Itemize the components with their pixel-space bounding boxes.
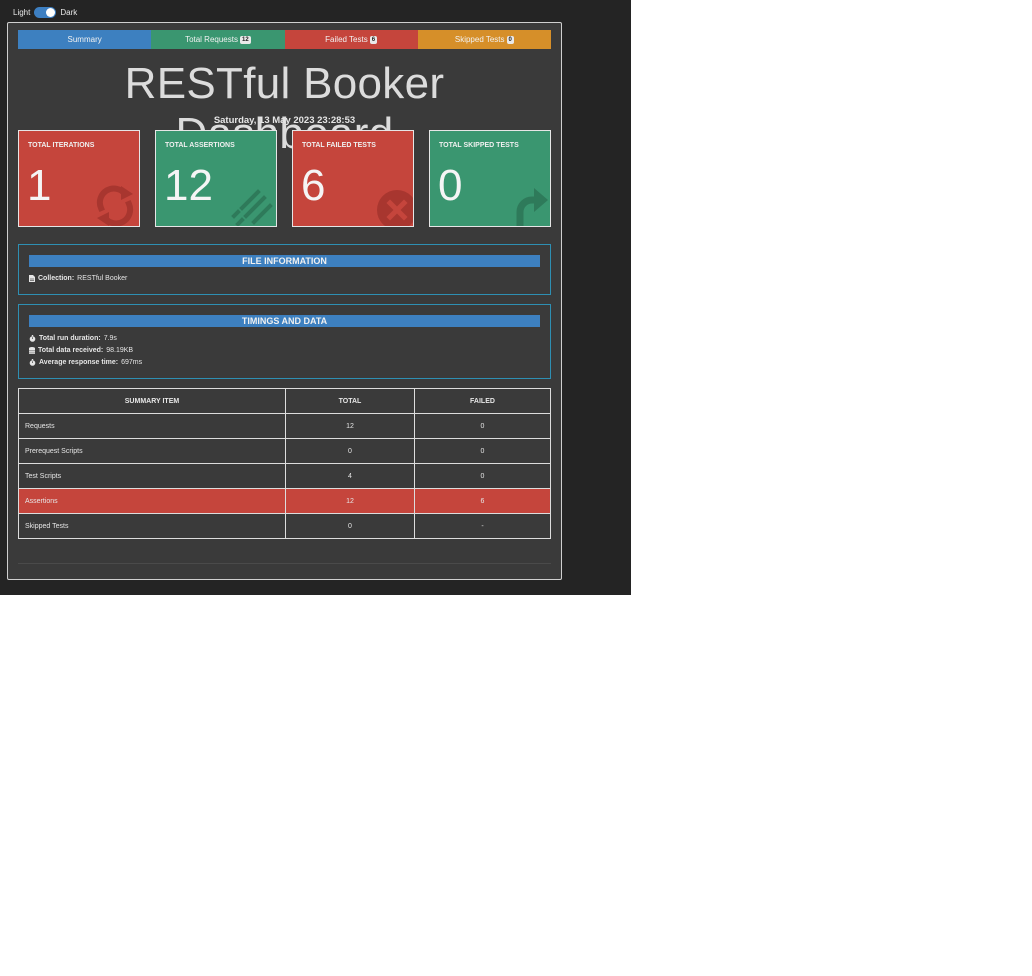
light-label: Light	[13, 7, 31, 17]
tab-summary-label: Summary	[67, 35, 102, 44]
row-item: Requests	[18, 413, 286, 439]
theme-toggle[interactable]: Light Dark	[13, 5, 77, 19]
tab-summary[interactable]: Summary	[18, 30, 152, 49]
failed-count-badge: 6	[369, 35, 378, 44]
row-failed: 6	[414, 488, 551, 514]
table-row: Requests 12 0	[18, 413, 551, 439]
table-row: Test Scripts 4 0	[18, 463, 551, 489]
run-duration-row: Total run duration: 7.9s	[29, 332, 540, 344]
panel-heading: FILE INFORMATION	[29, 255, 540, 267]
row-failed: -	[414, 513, 551, 539]
file-information-panel: FILE INFORMATION Collection: RESTful Boo…	[18, 244, 551, 295]
tab-total-requests[interactable]: Total Requests 12	[151, 30, 285, 49]
stat-label: TOTAL ASSERTIONS	[165, 142, 235, 149]
response-time-row: Average response time: 697ms	[29, 356, 540, 368]
stat-total-iterations: TOTAL ITERATIONS 1	[18, 130, 140, 227]
dark-label: Dark	[60, 7, 78, 17]
collection-row: Collection: RESTful Booker	[29, 272, 540, 284]
stat-value: 1	[27, 161, 52, 210]
table-row-failed: Assertions 12 6	[18, 488, 551, 514]
switch-knob	[46, 7, 56, 17]
stat-value: 6	[301, 161, 326, 210]
row-item: Skipped Tests	[18, 513, 286, 539]
data-received-row: Total data received: 98.19KB	[29, 344, 540, 356]
stopwatch-icon	[29, 334, 36, 342]
row-total: 0	[285, 513, 415, 539]
tab-failed-label: Failed Tests	[325, 35, 368, 44]
column-header-failed: FAILED	[414, 388, 551, 414]
timings-and-data-panel: TIMINGS AND DATA Total run duration: 7.9…	[18, 304, 551, 379]
panel-heading: TIMINGS AND DATA	[29, 315, 540, 327]
stat-label: TOTAL ITERATIONS	[28, 142, 95, 149]
collection-value: RESTful Booker	[77, 274, 128, 282]
row-item: Prerequest Scripts	[18, 438, 286, 464]
requests-count-badge: 12	[239, 35, 251, 44]
report-date: Saturday, 13 May 2023 23:28:53	[213, 115, 356, 126]
stat-total-assertions: TOTAL ASSERTIONS 12	[155, 130, 277, 227]
tab-requests-label: Total Requests	[185, 35, 238, 44]
stat-total-failed-tests: TOTAL FAILED TESTS 6	[292, 130, 414, 227]
stat-value: 12	[164, 161, 213, 210]
response-label: Average response time:	[39, 358, 119, 366]
file-icon	[29, 274, 35, 282]
stopwatch-icon	[29, 358, 36, 366]
refresh-icon	[96, 185, 134, 226]
table-header-row: SUMMARY ITEM TOTAL FAILED	[18, 388, 551, 414]
list-check-icon	[231, 189, 273, 226]
summary-table: SUMMARY ITEM TOTAL FAILED Requests 12 0 …	[18, 388, 551, 539]
stat-label: TOTAL SKIPPED TESTS	[439, 142, 519, 149]
row-failed: 0	[414, 438, 551, 464]
share-icon	[516, 188, 548, 226]
response-value: 697ms	[121, 358, 143, 366]
row-total: 0	[285, 438, 415, 464]
times-circle-icon	[377, 190, 413, 226]
tab-failed-tests[interactable]: Failed Tests 6	[284, 30, 418, 49]
row-total: 12	[285, 488, 415, 514]
skipped-count-badge: 0	[506, 35, 514, 44]
row-item: Test Scripts	[18, 463, 286, 489]
table-row: Prerequest Scripts 0 0	[18, 438, 551, 464]
data-value: 98.19KB	[106, 346, 134, 354]
tab-skipped-tests[interactable]: Skipped Tests 0	[417, 30, 551, 49]
column-header-total: TOTAL	[285, 388, 415, 414]
stat-total-skipped-tests: TOTAL SKIPPED TESTS 0	[429, 130, 551, 227]
stat-label: TOTAL FAILED TESTS	[302, 142, 376, 149]
footer-divider	[18, 563, 551, 564]
theme-switch[interactable]	[34, 6, 57, 18]
row-item: Assertions	[18, 488, 286, 514]
duration-label: Total run duration:	[39, 334, 101, 342]
row-total: 4	[285, 463, 415, 489]
dashboard-card: Summary Total Requests 12 Failed Tests 6…	[7, 22, 562, 580]
collection-label: Collection:	[38, 274, 75, 282]
nav-tabs: Summary Total Requests 12 Failed Tests 6…	[18, 30, 551, 49]
data-label: Total data received:	[38, 346, 104, 354]
row-failed: 0	[414, 413, 551, 439]
table-row: Skipped Tests 0 -	[18, 513, 551, 539]
row-failed: 0	[414, 463, 551, 489]
column-header-summary-item: SUMMARY ITEM	[18, 388, 286, 414]
duration-value: 7.9s	[103, 334, 117, 342]
tab-skipped-label: Skipped Tests	[454, 35, 505, 44]
database-icon	[29, 346, 35, 354]
stat-value: 0	[438, 161, 463, 210]
row-total: 12	[285, 413, 415, 439]
